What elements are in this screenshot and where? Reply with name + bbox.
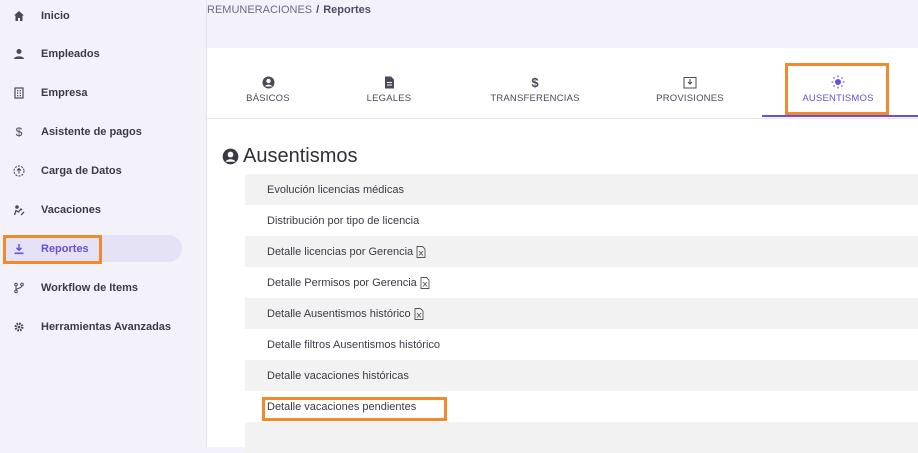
home-icon xyxy=(8,10,30,22)
highlight-box-reportes xyxy=(3,235,102,264)
user-circle-icon xyxy=(262,74,275,90)
sidebar-item-empresa[interactable]: Empresa xyxy=(4,79,182,106)
report-link[interactable]: Detalle Permisos por Gerencia xyxy=(267,277,417,289)
upload-circle-icon xyxy=(8,164,30,177)
tab-label: PROVISIONES xyxy=(656,93,724,104)
sidebar-item-asistente-de-pagos[interactable]: $ Asistente de pagos xyxy=(4,118,182,145)
tab-legales[interactable]: LEGALES xyxy=(364,74,414,118)
report-row[interactable]: Detalle Permisos por Gerencia xyxy=(245,267,918,298)
tab-label: TRANSFERENCIAS xyxy=(490,93,580,104)
report-link[interactable]: Distribución por tipo de licencia xyxy=(267,215,419,227)
tab-label: BÁSICOS xyxy=(246,93,290,104)
document-icon xyxy=(384,74,395,90)
report-link[interactable]: Detalle vacaciones históricas xyxy=(267,370,409,382)
sidebar-item-label: Carga de Datos xyxy=(41,164,122,177)
tab-transferencias[interactable]: $ TRANSFERENCIAS xyxy=(490,74,580,118)
sidebar-item-herramientas-avanzadas[interactable]: Herramientas Avanzadas xyxy=(4,313,182,340)
sidebar-item-label: Vacaciones xyxy=(41,203,101,216)
sidebar-item-label: Workflow de Items xyxy=(41,281,138,294)
section-title: Ausentismos xyxy=(222,145,358,168)
highlight-box-vacaciones-pendientes xyxy=(262,397,447,421)
sidebar-item-label: Asistente de pagos xyxy=(41,125,142,138)
sidebar-item-inicio[interactable]: Inicio xyxy=(4,2,182,29)
breadcrumb-current: Reportes xyxy=(323,4,371,16)
dollar-icon: $ xyxy=(531,74,539,90)
tab-label: LEGALES xyxy=(366,93,412,104)
highlight-box-ausentismos xyxy=(785,63,889,115)
sidebar-item-label: Empleados xyxy=(41,47,100,60)
user-icon xyxy=(8,48,30,60)
user-circle-icon xyxy=(222,148,239,165)
excel-file-icon[interactable] xyxy=(416,245,426,258)
report-link[interactable]: Detalle licencias por Gerencia xyxy=(267,246,413,258)
report-row[interactable]: Detalle licencias por Gerencia xyxy=(245,236,918,267)
sidebar: Inicio Empleados Empresa $ Asistente de … xyxy=(0,0,207,447)
report-row-partial xyxy=(245,422,918,453)
tab-provisiones[interactable]: PROVISIONES xyxy=(655,74,725,118)
inbox-download-icon xyxy=(683,74,697,90)
section-title-text: Ausentismos xyxy=(243,145,358,167)
breadcrumb-separator: / xyxy=(316,4,320,16)
sidebar-item-vacaciones[interactable]: Vacaciones xyxy=(4,196,182,223)
sidebar-item-empleados[interactable]: Empleados xyxy=(4,40,182,67)
excel-file-icon[interactable] xyxy=(420,276,430,289)
report-row[interactable]: Evolución licencias médicas xyxy=(245,174,918,205)
report-link[interactable]: Detalle filtros Ausentismos histórico xyxy=(267,339,440,351)
report-row[interactable]: Detalle Ausentismos histórico xyxy=(245,298,918,329)
breadcrumb: REMUNERACIONES / Reportes xyxy=(207,4,371,16)
dollar-icon: $ xyxy=(15,124,23,139)
report-link[interactable]: Detalle Ausentismos histórico xyxy=(267,308,411,320)
active-tab-indicator xyxy=(762,115,918,117)
report-row[interactable]: Distribución por tipo de licencia xyxy=(245,205,918,236)
excel-file-icon[interactable] xyxy=(414,307,424,320)
building-icon xyxy=(8,86,30,99)
report-row[interactable]: Detalle vacaciones históricas xyxy=(245,360,918,391)
sidebar-item-carga-de-datos[interactable]: Carga de Datos xyxy=(4,157,182,184)
report-link[interactable]: Evolución licencias médicas xyxy=(267,184,404,196)
beach-icon xyxy=(8,204,30,216)
sidebar-item-workflow-de-items[interactable]: Workflow de Items xyxy=(4,274,182,301)
tab-basicos[interactable]: BÁSICOS xyxy=(244,74,292,118)
sidebar-item-label: Inicio xyxy=(41,9,70,22)
report-row[interactable]: Detalle filtros Ausentismos histórico xyxy=(245,329,918,360)
gear-icon xyxy=(8,321,30,333)
sidebar-item-label: Empresa xyxy=(41,86,88,99)
sidebar-item-label: Herramientas Avanzadas xyxy=(41,320,172,333)
report-tabs: BÁSICOS LEGALES $ TRANSFERENCIAS PROVISI… xyxy=(207,48,918,119)
main-panel: BÁSICOS LEGALES $ TRANSFERENCIAS PROVISI… xyxy=(207,48,918,453)
branch-icon xyxy=(8,282,30,294)
breadcrumb-parent[interactable]: REMUNERACIONES xyxy=(207,4,312,16)
